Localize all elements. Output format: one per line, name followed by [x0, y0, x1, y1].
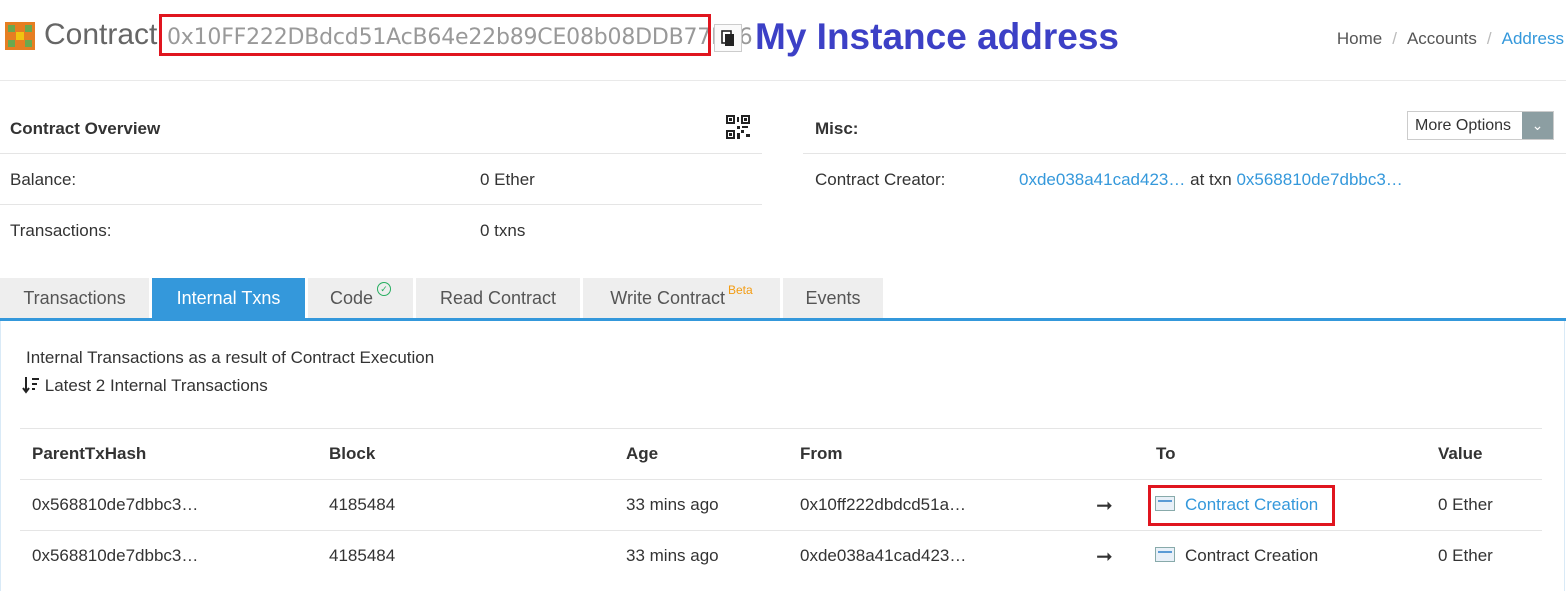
from-cell: 0x10ff222dbdcd51a… [800, 495, 967, 514]
contract-creator-label: Contract Creator: [815, 170, 946, 189]
at-txn-text: at txn [1190, 170, 1232, 189]
row-divider [20, 530, 1542, 531]
balance-label: Balance: [10, 170, 77, 189]
tab-label: Write Contract [610, 288, 725, 308]
from-address-link[interactable]: 0xde038a41cad423… [800, 546, 966, 566]
tab-transactions[interactable]: Transactions [0, 278, 149, 318]
tab-label: Read Contract [439, 288, 557, 308]
col-header-age: Age [626, 444, 659, 463]
block-link[interactable]: 4185484 [329, 495, 395, 515]
right-arrow-icon: ➞ [1096, 495, 1113, 517]
creator-address-link[interactable]: 0xde038a41cad423… [1019, 170, 1185, 189]
internal-description: Internal Transactions as a result of Con… [26, 348, 435, 367]
creator-txn-link[interactable]: 0x568810de7dbbc3… [1236, 170, 1402, 189]
qr-code-icon[interactable] [726, 115, 750, 139]
header-divider [0, 80, 1566, 81]
divider [0, 153, 762, 154]
contract-creation-highlight-box [1148, 485, 1335, 526]
page-header: Contract 0x10FF222DBdcd51AcB64e22b89CE08… [0, 0, 1566, 80]
right-arrow-icon: ➞ [1096, 546, 1113, 568]
breadcrumb-address: Address [1501, 29, 1564, 48]
parent-tx-link[interactable]: 0x568810de7dbbc3… [32, 495, 198, 515]
contract-creation-icon [1155, 547, 1175, 563]
more-options-label: More Options [1415, 117, 1512, 134]
copy-icon [721, 30, 734, 46]
tab-label: Code [329, 288, 374, 308]
transactions-value: 0 txns [480, 221, 526, 240]
tab-code[interactable]: Code ✓ [308, 278, 413, 318]
beta-badge: Beta [728, 283, 753, 297]
tab-write-contract[interactable]: Write Contract Beta [583, 278, 780, 318]
tab-read-contract[interactable]: Read Contract [416, 278, 580, 318]
col-header-block: Block [329, 444, 376, 463]
col-header-to: To [1156, 444, 1176, 463]
transactions-label: Transactions: [10, 221, 112, 240]
breadcrumb-home[interactable]: Home [1337, 29, 1382, 48]
tab-events[interactable]: Events [783, 278, 883, 318]
chevron-down-icon: ⌄ [1522, 112, 1553, 139]
sort-icon [22, 377, 39, 394]
address-highlight-box [159, 14, 711, 56]
value-cell: 0 Ether [1438, 495, 1493, 514]
internal-summary: Latest 2 Internal Transactions [44, 376, 268, 395]
divider [803, 153, 1566, 154]
tab-label: Transactions [23, 288, 126, 308]
page-title: Contract [44, 18, 158, 51]
tab-label: Internal Txns [176, 288, 281, 308]
instance-address-annotation: My Instance address [755, 16, 1119, 57]
col-header-parenttxhash: ParentTxHash [32, 444, 147, 463]
table-top-border [20, 428, 1542, 429]
age-cell: 33 mins ago [626, 495, 719, 514]
value-cell: 0 Ether [1438, 546, 1493, 565]
tab-internal-txns[interactable]: Internal Txns [152, 278, 305, 318]
col-header-from: From [800, 444, 843, 463]
block-link[interactable]: 4185484 [329, 546, 395, 566]
check-circle-icon: ✓ [377, 282, 392, 296]
breadcrumb-accounts[interactable]: Accounts [1407, 29, 1477, 48]
breadcrumb: Home / Accounts / Address [1336, 29, 1564, 48]
contract-logo-icon [5, 22, 35, 50]
copy-address-button[interactable] [714, 24, 742, 52]
table-header-border [20, 479, 1542, 480]
overview-heading: Contract Overview [10, 119, 161, 138]
divider [0, 204, 762, 205]
contract-creation-text: Contract Creation [1185, 546, 1319, 565]
tab-label: Events [805, 288, 861, 308]
balance-value: 0 Ether [480, 170, 535, 189]
more-options-button[interactable]: More Options ⌄ [1407, 111, 1554, 140]
parent-tx-link[interactable]: 0x568810de7dbbc3… [32, 546, 198, 566]
age-cell: 33 mins ago [626, 546, 719, 565]
misc-heading: Misc: [815, 119, 859, 138]
col-header-value: Value [1438, 444, 1483, 463]
